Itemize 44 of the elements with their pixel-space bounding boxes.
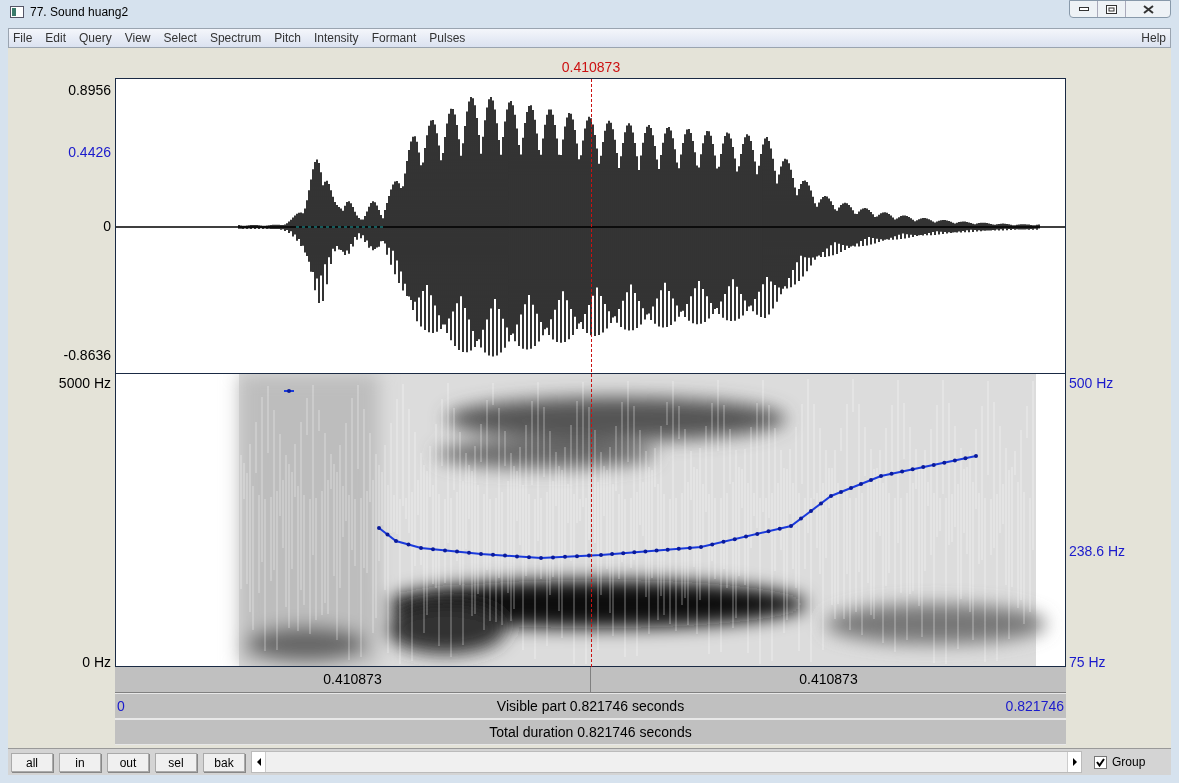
menu-item[interactable]: Pulses bbox=[429, 29, 466, 47]
pitch-label: 238.6 Hz bbox=[1069, 541, 1126, 561]
menu-item[interactable]: Edit bbox=[45, 29, 67, 47]
cursor-time: 0.410873 bbox=[561, 58, 621, 77]
menu-item[interactable]: File bbox=[13, 29, 33, 47]
amplitude-label: -0.8636 bbox=[63, 345, 111, 365]
scroll-right-icon[interactable] bbox=[1067, 752, 1081, 772]
selection-segment[interactable]: 0.410873 bbox=[115, 667, 591, 692]
frequency-label: 0 Hz bbox=[82, 653, 111, 673]
visible-part-text: Visible part 0.821746 seconds bbox=[496, 696, 685, 716]
restore-icon bbox=[1106, 4, 1117, 14]
menu-item[interactable]: Query bbox=[79, 29, 112, 47]
pitch-label: 500 Hz bbox=[1069, 374, 1114, 393]
window-title: 77. Sound huang2 bbox=[30, 4, 129, 21]
zoom-button[interactable]: all bbox=[11, 752, 53, 772]
visible-part-bar[interactable]: 0 Visible part 0.821746 seconds 0.821746 bbox=[115, 693, 1066, 719]
menu-item[interactable]: Select bbox=[163, 29, 197, 47]
menu-item[interactable]: Pitch bbox=[274, 29, 301, 47]
menu-item[interactable]: View bbox=[124, 29, 151, 47]
visible-start-time: 0 bbox=[117, 696, 125, 716]
zoom-button[interactable]: in bbox=[59, 752, 101, 772]
frequency-label: 5000 Hz bbox=[58, 374, 111, 393]
menu-item[interactable]: Spectrum bbox=[209, 29, 262, 47]
zoom-button[interactable]: out bbox=[107, 752, 149, 772]
close-icon bbox=[1142, 4, 1154, 14]
pitch-label: 75 Hz bbox=[1069, 653, 1106, 673]
visible-end-time: 0.821746 bbox=[1005, 696, 1064, 716]
zoom-button[interactable]: sel bbox=[155, 752, 197, 772]
checkmark-icon bbox=[1096, 757, 1105, 767]
scroll-bar[interactable] bbox=[251, 751, 1082, 773]
amplitude-label: 0 bbox=[103, 216, 111, 235]
zoom-button[interactable]: bak bbox=[203, 752, 245, 772]
minimize-icon bbox=[1078, 7, 1089, 11]
menu-item[interactable]: Help bbox=[1141, 29, 1166, 47]
menu-item[interactable]: Intensity bbox=[313, 29, 359, 47]
selection-segment[interactable]: 0.410873 bbox=[591, 667, 1066, 692]
scroll-left-icon[interactable] bbox=[252, 752, 266, 772]
group-checkbox[interactable] bbox=[1094, 755, 1107, 769]
amplitude-label: 0.4426 bbox=[68, 142, 111, 162]
amplitude-label: 0.8956 bbox=[68, 81, 111, 100]
group-label: Group bbox=[1112, 754, 1146, 771]
total-duration-bar[interactable]: Total duration 0.821746 seconds bbox=[115, 719, 1066, 745]
app-icon bbox=[10, 6, 24, 18]
menu-item[interactable]: Formant bbox=[371, 29, 417, 47]
